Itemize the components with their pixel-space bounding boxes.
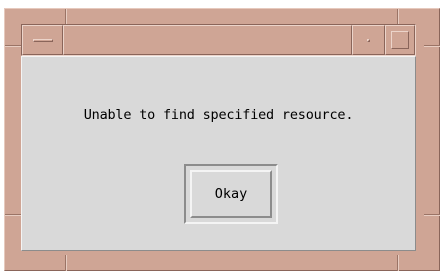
frame-groove <box>65 255 67 271</box>
maximize-icon <box>391 31 409 49</box>
window-menu-icon <box>33 39 53 42</box>
okay-button[interactable]: Okay <box>190 170 272 218</box>
frame-groove <box>397 9 399 25</box>
dialog-body: Unable to find specified resource. Okay <box>21 56 416 251</box>
frame-groove <box>65 9 67 25</box>
maximize-button[interactable] <box>385 25 415 55</box>
default-button-ring: Okay <box>184 164 278 224</box>
frame-groove <box>424 214 440 216</box>
dialog-message: Unable to find specified resource. <box>83 107 354 123</box>
frame-groove <box>5 214 21 216</box>
frame-groove <box>424 45 440 47</box>
frame-groove <box>397 255 399 271</box>
title-bar[interactable] <box>21 24 416 56</box>
frame-groove <box>5 45 21 47</box>
window-menu-button[interactable] <box>22 25 63 55</box>
window-title[interactable] <box>63 25 352 55</box>
minimize-icon <box>367 39 370 42</box>
minimize-button[interactable] <box>352 25 385 55</box>
